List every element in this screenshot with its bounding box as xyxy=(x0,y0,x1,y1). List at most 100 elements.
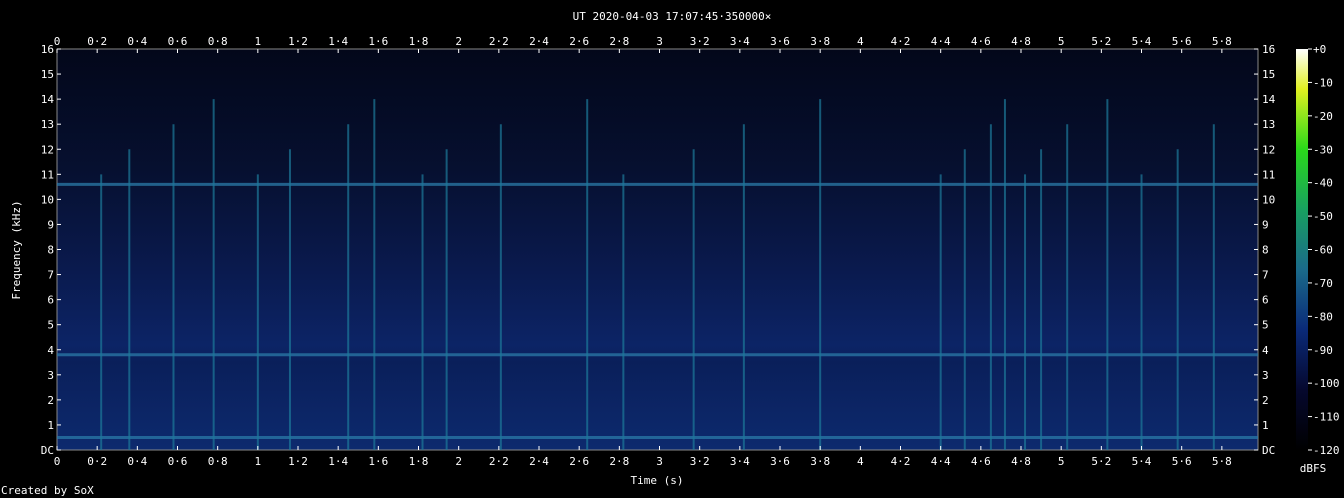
x-tick-label: 5·6 xyxy=(1172,35,1192,48)
colorbar-tick-label: -10 xyxy=(1313,76,1333,89)
x-tick-label: 4·2 xyxy=(891,35,911,48)
colorbar-tick-label: -110 xyxy=(1313,411,1340,424)
x-tick-label: 4·4 xyxy=(931,35,951,48)
x-tick-label: 2·8 xyxy=(609,35,629,48)
y-tick-label: 6 xyxy=(1262,294,1269,307)
x-tick-label: 3·8 xyxy=(810,455,830,468)
y-tick-label: 1 xyxy=(1262,419,1269,432)
x-tick-label: 0·6 xyxy=(168,455,188,468)
credit-text: Created by SoX xyxy=(1,484,94,497)
x-tick-label: 5 xyxy=(1058,455,1065,468)
x-tick-label: 2·2 xyxy=(489,455,509,468)
y-tick-label: 10 xyxy=(41,193,54,206)
y-tick-label: 9 xyxy=(1262,218,1269,231)
colorbar-tick-label: +0 xyxy=(1313,43,1326,56)
x-tick-label: 3·2 xyxy=(690,455,710,468)
x-tick-label: 5·8 xyxy=(1212,35,1232,48)
x-tick-label: 1·4 xyxy=(328,455,348,468)
y-tick-label: 11 xyxy=(1262,168,1275,181)
x-tick-label: 3·6 xyxy=(770,35,790,48)
x-tick-label: 1·6 xyxy=(368,455,388,468)
x-tick-label: 3 xyxy=(656,35,663,48)
chart-title: UT 2020-04-03 17:07:45·350000× xyxy=(573,10,772,23)
x-tick-label: 5·8 xyxy=(1212,455,1232,468)
y-tick-label: 16 xyxy=(1262,43,1275,56)
y-tick-label: 3 xyxy=(47,369,54,382)
colorbar-tick-label: -20 xyxy=(1313,110,1333,123)
y-tick-label: 4 xyxy=(47,344,54,357)
x-tick-label: 0·8 xyxy=(208,35,228,48)
y-tick-label: 11 xyxy=(41,168,54,181)
y-tick-label: 7 xyxy=(47,269,54,282)
x-tick-label: 4·6 xyxy=(971,455,991,468)
colorbar-tick-label: -70 xyxy=(1313,277,1333,290)
y-tick-label: 15 xyxy=(1262,68,1275,81)
y-tick-label: 5 xyxy=(1262,319,1269,332)
x-tick-label: 4·8 xyxy=(1011,455,1031,468)
x-tick-label: 3·6 xyxy=(770,455,790,468)
x-tick-label: 5 xyxy=(1058,35,1065,48)
x-tick-label: 2 xyxy=(455,35,462,48)
x-tick-label: 0·2 xyxy=(87,455,107,468)
x-tick-label: 0·4 xyxy=(127,35,147,48)
x-tick-label: 5·2 xyxy=(1091,455,1111,468)
x-tick-label: 2·8 xyxy=(609,455,629,468)
x-tick-label: 0 xyxy=(54,455,61,468)
x-tick-label: 2·4 xyxy=(529,35,549,48)
y-tick-label: 1 xyxy=(47,419,54,432)
x-tick-label: 0·4 xyxy=(127,455,147,468)
x-tick-label: 3·8 xyxy=(810,35,830,48)
y-tick-label: 4 xyxy=(1262,344,1269,357)
colorbar-tick-label: -100 xyxy=(1313,377,1340,390)
y-tick-label: 10 xyxy=(1262,193,1275,206)
x-tick-label: 4·4 xyxy=(931,455,951,468)
x-tick-label: 4 xyxy=(857,455,864,468)
x-tick-label: 5·4 xyxy=(1132,35,1152,48)
y-tick-label: 8 xyxy=(1262,244,1269,257)
y-tick-label: 2 xyxy=(1262,394,1269,407)
x-tick-label: 2 xyxy=(455,455,462,468)
x-tick-label: 5·2 xyxy=(1091,35,1111,48)
colorbar-ticks: +0 -10 -20 -30 -40 -50 -60 -70 -80 -90 -100 -110 -12… xyxy=(1308,43,1340,457)
x-tick-label: 3 xyxy=(656,455,663,468)
colorbar-tick-label: -80 xyxy=(1313,310,1333,323)
x-tick-label: 2·6 xyxy=(569,455,589,468)
x-tick-label: 2·4 xyxy=(529,455,549,468)
plot-area xyxy=(56,48,1259,451)
x-tick-label: 2·6 xyxy=(569,35,589,48)
y-tick-label: DC xyxy=(1262,444,1275,457)
y-tick-label: 8 xyxy=(47,244,54,257)
colorbar-tick-label: -30 xyxy=(1313,143,1333,156)
y-tick-label: 2 xyxy=(47,394,54,407)
x-tick-label: 3·4 xyxy=(730,455,750,468)
colorbar-tick-label: -50 xyxy=(1313,210,1333,223)
y-tick-label: 14 xyxy=(1262,93,1276,106)
colorbar-label: dBFS xyxy=(1300,462,1327,475)
y-tick-label: 16 xyxy=(41,43,54,56)
x-tick-label: 5·4 xyxy=(1132,455,1152,468)
y-tick-label: 15 xyxy=(41,68,54,81)
x-tick-label: 1·6 xyxy=(368,35,388,48)
x-tick-label: 2·2 xyxy=(489,35,509,48)
x-tick-label: 3·2 xyxy=(690,35,710,48)
y-tick-label: 14 xyxy=(41,93,55,106)
x-tick-label: 1·2 xyxy=(288,35,308,48)
x-tick-label: 1 xyxy=(255,455,262,468)
colorbar-tick-label: -40 xyxy=(1313,177,1333,190)
y-tick-label: 9 xyxy=(47,218,54,231)
colorbar-tick-label: -90 xyxy=(1313,344,1333,357)
x-tick-label: 1·8 xyxy=(409,35,429,48)
spectrogram-chart: UT 2020-04-03 17:07:45·350000× 0 0·2 0·4 0·… xyxy=(10,10,1340,487)
x-tick-label: 0·2 xyxy=(87,35,107,48)
y-tick-label: 13 xyxy=(1262,118,1275,131)
x-tick-label: 1 xyxy=(255,35,262,48)
y-tick-label: 7 xyxy=(1262,269,1269,282)
x-tick-label: 3·4 xyxy=(730,35,750,48)
x-tick-label: 0 xyxy=(54,35,61,48)
colorbar-tick-label: -120 xyxy=(1313,444,1340,457)
x-tick-label: 4·2 xyxy=(891,455,911,468)
x-axis-label: Time (s) xyxy=(631,474,684,487)
x-tick-label: 4·8 xyxy=(1011,35,1031,48)
x-tick-label: 0·6 xyxy=(168,35,188,48)
y-tick-label: 12 xyxy=(1262,143,1275,156)
